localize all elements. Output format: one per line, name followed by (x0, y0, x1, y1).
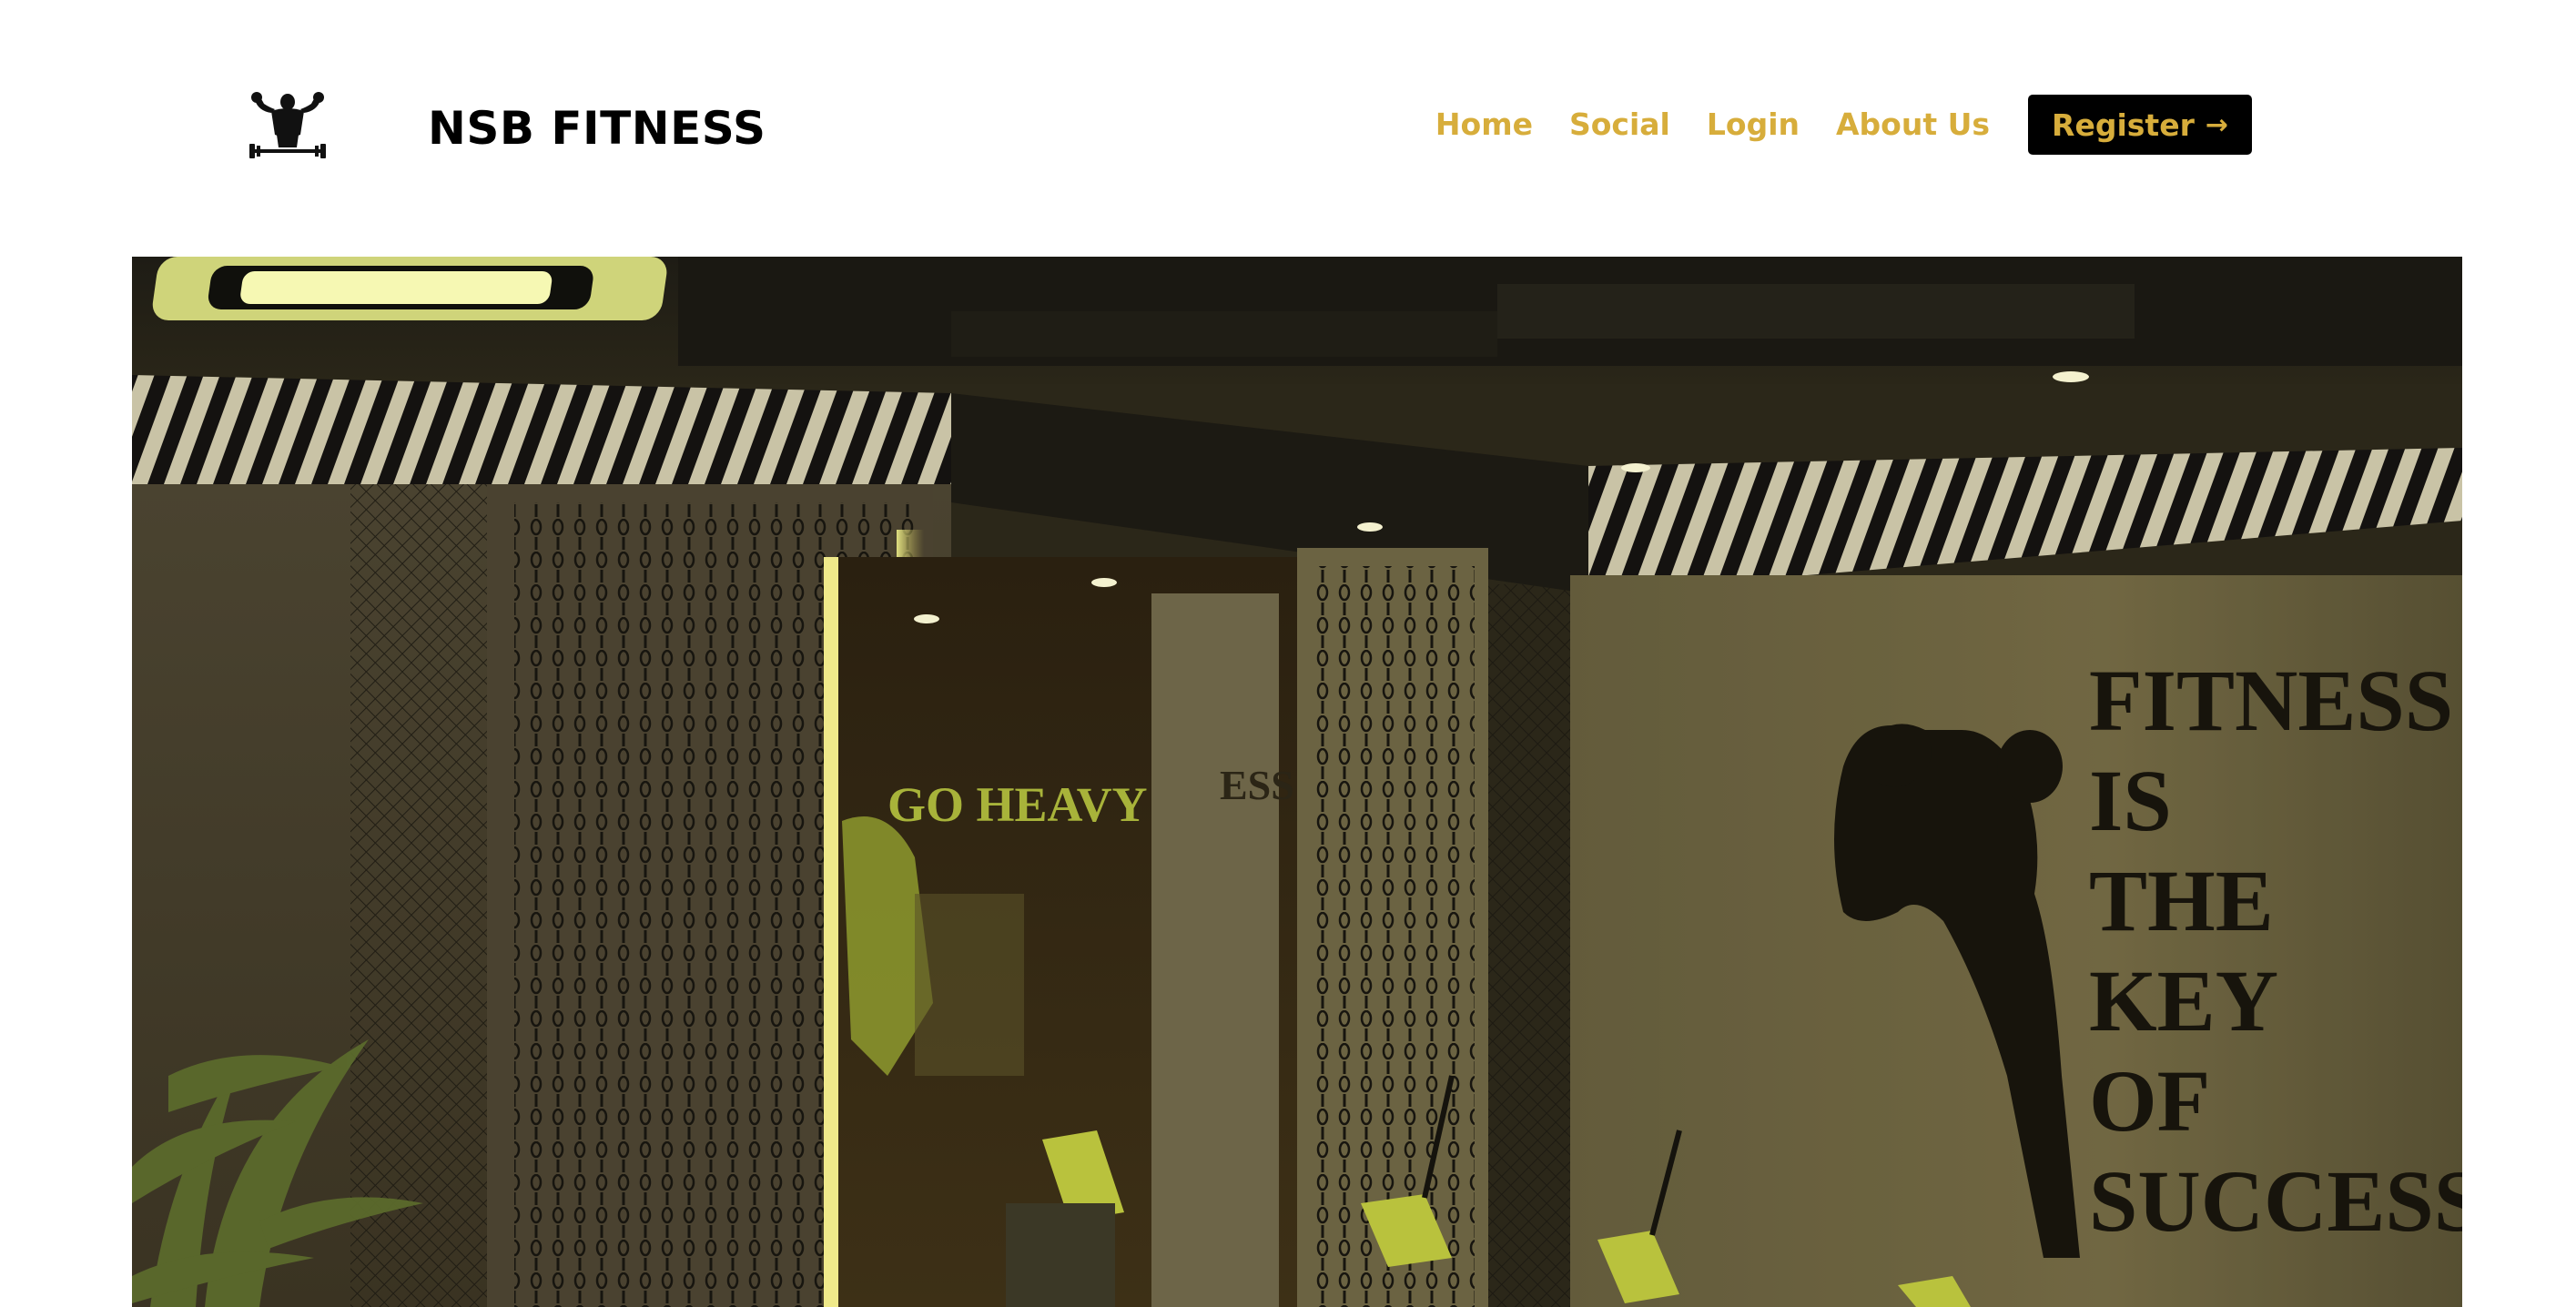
nav-social-link[interactable]: Social (1569, 95, 1670, 155)
brand-name[interactable]: NSB FITNESS (428, 102, 766, 155)
register-label: Register (2052, 106, 2195, 143)
wall-text-line-4: KEY (2089, 952, 2278, 1049)
nav-about-link[interactable]: About Us (1836, 95, 1990, 155)
arrow-right-icon: → (2205, 108, 2228, 141)
wall-text-line-2: IS (2089, 752, 2172, 849)
register-button[interactable]: Register → (2028, 95, 2252, 155)
nav-login-link[interactable]: Login (1707, 95, 1800, 155)
back-wall-text: GO HEAVY (887, 777, 1148, 832)
wall-text-line-5: OF (2089, 1052, 2210, 1150)
wall-text-line-3: THE (2089, 852, 2274, 949)
nav-home-link[interactable]: Home (1435, 95, 1533, 155)
wall-text-line-1: FITNESS (2089, 652, 2453, 749)
mirror-text: ESS (1220, 762, 1294, 808)
main-nav: Home Social Login About Us Register → (1435, 95, 2252, 155)
bodybuilder-logo-icon[interactable] (244, 89, 331, 162)
wall-text-line-6: SUCCESS (2089, 1152, 2462, 1250)
hero-gym-image: GO HEAVY ESS FITNESS IS THE KEY OF SUCCE… (132, 257, 2462, 1307)
top-navbar: NSB FITNESS Home Social Login About Us R… (0, 0, 2576, 257)
